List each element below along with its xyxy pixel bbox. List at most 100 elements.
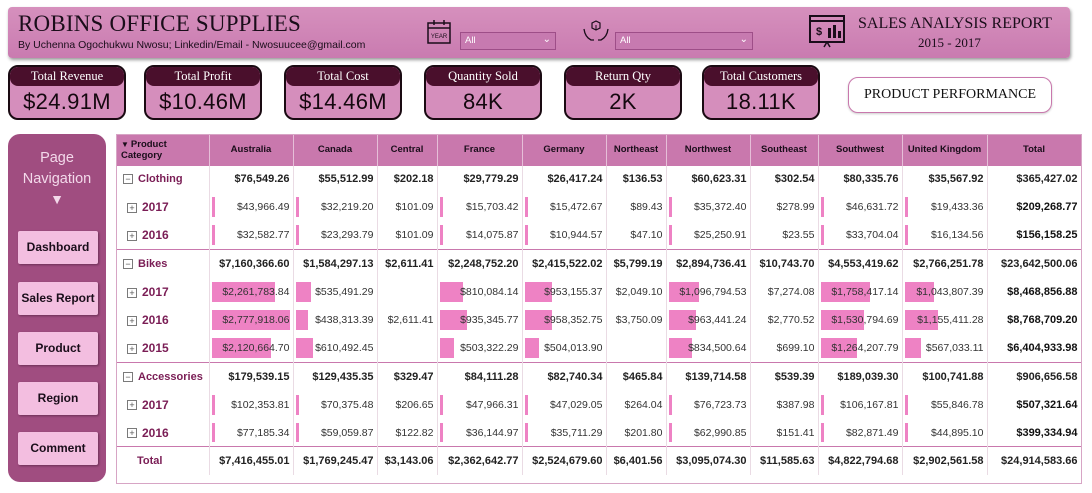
cell-value: $2,248,752.20 [448, 257, 519, 270]
expand-icon[interactable]: + [127, 343, 137, 354]
column-header[interactable]: Total [987, 135, 1081, 165]
column-header[interactable]: France [437, 135, 523, 165]
value-cell: $2,248,752.20 [437, 249, 523, 278]
cell-value: $32,582.77 [236, 229, 290, 242]
column-header-label: France [463, 144, 496, 156]
cell-value: $1,758,417.14 [831, 285, 899, 298]
data-bar [524, 422, 528, 443]
product-slicer[interactable]: All ⌄ [615, 32, 753, 50]
value-cell: $77,185.34 [209, 418, 294, 447]
collapse-icon[interactable]: − [123, 174, 133, 185]
data-bar [439, 197, 443, 218]
nav-button-region[interactable]: Region [18, 382, 98, 415]
cell-value: $2,777,918.06 [222, 314, 290, 327]
column-header[interactable]: United Kingdom [902, 135, 988, 165]
column-header[interactable]: Germany [522, 135, 607, 165]
column-header[interactable]: Northeast [606, 135, 667, 165]
year-slicer[interactable]: All ⌄ [460, 32, 556, 50]
column-header[interactable]: Central [377, 135, 438, 165]
year-row: +2016 $32,582.77 $23,293.79 $101.09 $14,075.… [117, 221, 1081, 250]
value-cell: $101.09 [377, 193, 438, 222]
collapse-icon[interactable]: − [123, 259, 133, 269]
data-bar [295, 422, 299, 443]
value-cell: $3,750.09 [606, 305, 667, 335]
cell-value: $2,611.41 [387, 314, 434, 327]
kpi-label: Total Profit [146, 67, 260, 86]
cell-value: $46,631.72 [845, 201, 899, 214]
row-header: +2017 [117, 390, 210, 419]
product-box-hands-icon [583, 20, 609, 41]
column-header[interactable]: Northwest [666, 135, 751, 165]
expand-icon[interactable]: + [127, 428, 137, 439]
column-header[interactable]: Southeast [750, 135, 819, 165]
expand-icon[interactable]: + [127, 203, 137, 214]
column-header[interactable]: Australia [209, 135, 294, 165]
column-header[interactable]: Southwest [818, 135, 903, 165]
page-heading: PRODUCT PERFORMANCE [848, 77, 1052, 113]
cell-value: $1,584,297.13 [303, 257, 374, 270]
value-cell: $2,611.41 [377, 249, 438, 278]
row-label: Accessories [138, 370, 203, 383]
expand-icon[interactable]: + [127, 287, 137, 298]
column-header-label: Southeast [761, 144, 807, 156]
cell-value: $15,472.67 [549, 201, 603, 214]
cell-value: $122.82 [395, 426, 434, 439]
kpi-value: 18.11K [726, 89, 796, 114]
year-row: +2016 $2,777,918.06 $438,313.39 $2,611.41 $9… [117, 305, 1081, 335]
row-header: − Bikes [117, 249, 210, 278]
value-cell: $535,491.29 [293, 277, 378, 306]
value-cell: $10,743.70 [750, 249, 819, 278]
column-header[interactable]: Canada [293, 135, 378, 165]
cell-value: $70,375.48 [320, 398, 374, 411]
value-cell: $179,539.15 [209, 361, 294, 391]
cell-value: $1,155,411.28 [917, 314, 984, 327]
kpi-total-customers: Total Customers 18.11K [702, 65, 820, 120]
cell-value: $100,741.88 [922, 370, 984, 383]
row-total-cell: $156,158.25 [987, 221, 1081, 250]
collapse-icon[interactable]: − [123, 371, 133, 382]
value-cell: $2,049.10 [606, 277, 667, 306]
value-cell: $438,313.39 [293, 305, 378, 335]
chevron-down-icon: ⌄ [542, 34, 551, 45]
cell-value: $179,539.15 [228, 370, 290, 383]
expand-icon[interactable]: + [127, 400, 137, 411]
value-cell: $302.54 [750, 164, 819, 194]
cell-value: $963,441.24 [688, 314, 747, 327]
data-bar [295, 338, 313, 358]
nav-button-comment[interactable]: Comment [18, 432, 98, 465]
app-title: ROBINS OFFICE SUPPLIES [18, 11, 302, 36]
value-cell: $935,345.77 [437, 305, 523, 335]
year-row: +2017 $43,966.49 $32,219.20 $101.09 $15,703.… [117, 193, 1081, 222]
data-bar [295, 197, 299, 218]
nav-button-product[interactable]: Product [18, 332, 98, 365]
cell-value: $26,417.24 [547, 173, 603, 186]
cell-value: $399,334.94 [1016, 426, 1078, 439]
expand-icon[interactable]: + [127, 315, 137, 326]
kpi-value: $14.46M [299, 89, 387, 114]
cell-value: $2,611.41 [385, 257, 434, 270]
cell-value: $507,321.64 [1016, 398, 1078, 411]
nav-button-dashboard[interactable]: Dashboard [18, 231, 98, 264]
cell-value: $209,268.77 [1016, 201, 1078, 214]
expand-icon[interactable]: + [127, 231, 137, 242]
value-cell: $139,714.58 [666, 361, 751, 391]
cell-value: $129,435.35 [312, 370, 374, 383]
cell-value: $7,160,366.60 [219, 257, 290, 270]
data-bar [439, 338, 454, 358]
grand-total-cell: $6,401.56 [606, 446, 667, 476]
value-cell: $47,966.31 [437, 390, 523, 419]
cell-value: $35,711.29 [550, 426, 603, 439]
value-cell: $465.84 [606, 361, 667, 391]
value-cell: $55,512.99 [293, 164, 378, 194]
product-slicer-value: All [620, 35, 631, 46]
data-bar [820, 225, 824, 246]
value-cell: $26,417.24 [522, 164, 607, 194]
nav-button-sales-report[interactable]: Sales Report [18, 282, 98, 315]
cell-value: $2,894,736.41 [676, 257, 747, 270]
cell-value: $6,404,933.98 [1007, 341, 1078, 354]
value-cell: $35,711.29 [522, 418, 607, 447]
value-cell: $503,322.29 [437, 334, 523, 363]
value-cell: $1,043,807.39 [902, 277, 988, 306]
column-header-product-category[interactable]: ▼ Product Category [117, 135, 210, 165]
row-total-cell: $23,642,500.06 [987, 249, 1081, 278]
